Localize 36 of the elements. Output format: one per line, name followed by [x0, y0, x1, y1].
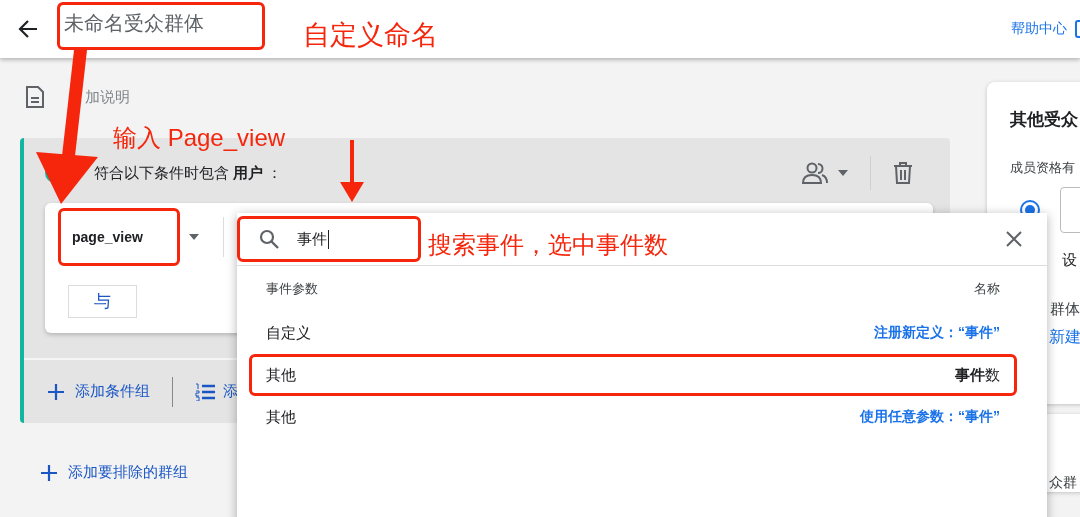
audience-name-field[interactable]: 未命名受众群体	[57, 2, 265, 50]
panel-text: 群体	[1050, 300, 1080, 319]
panel-text: 设	[1062, 251, 1078, 270]
close-icon[interactable]	[1006, 231, 1022, 247]
plus-icon	[40, 463, 58, 482]
search-icon	[259, 229, 279, 249]
condition-text: 符合以下条件时包含 用户 ：	[94, 163, 283, 183]
help-center-link[interactable]: 帮助中心	[1011, 20, 1067, 38]
annotation-label: 输入 Page_view	[113, 123, 286, 153]
document-icon	[25, 86, 45, 108]
column-header: 名称	[974, 280, 1000, 298]
plus-icon	[47, 382, 65, 401]
caret-icon[interactable]	[838, 170, 848, 176]
add-description-link[interactable]: 加说明	[85, 87, 130, 107]
back-arrow-icon[interactable]	[17, 18, 39, 40]
annotation-label: 自定义命名	[303, 19, 438, 52]
panel-title: 其他受众	[1010, 109, 1079, 131]
add-exclusion-link[interactable]: 添加要排除的群组	[68, 463, 188, 482]
menu-item[interactable]: 其他 使用任意参数：“事件”	[249, 396, 1017, 438]
delete-icon[interactable]	[893, 162, 913, 184]
people-icon[interactable]	[802, 162, 828, 184]
caret-icon[interactable]	[189, 234, 199, 240]
annotation-label: 搜索事件，选中事件数	[428, 230, 668, 260]
column-header: 事件参数	[266, 280, 318, 298]
and-button[interactable]: 与	[68, 285, 137, 318]
search-field[interactable]: 事件	[237, 216, 421, 262]
annotation-arrow	[340, 140, 364, 202]
event-dropdown[interactable]: page_view	[58, 208, 180, 266]
menu-item[interactable]: 自定义 注册新定义：“事件”	[249, 312, 1017, 354]
add-sequence-link[interactable]: 添	[223, 382, 238, 401]
panel-text: 众群	[1049, 474, 1077, 490]
numbered-list-icon	[195, 382, 215, 401]
add-condition-group-link[interactable]: 添加条件组	[75, 382, 150, 401]
create-link[interactable]: 新建	[1049, 327, 1080, 348]
membership-label: 成员资格有	[1010, 159, 1076, 177]
menu-item[interactable]: 其他 事件数	[249, 354, 1017, 396]
